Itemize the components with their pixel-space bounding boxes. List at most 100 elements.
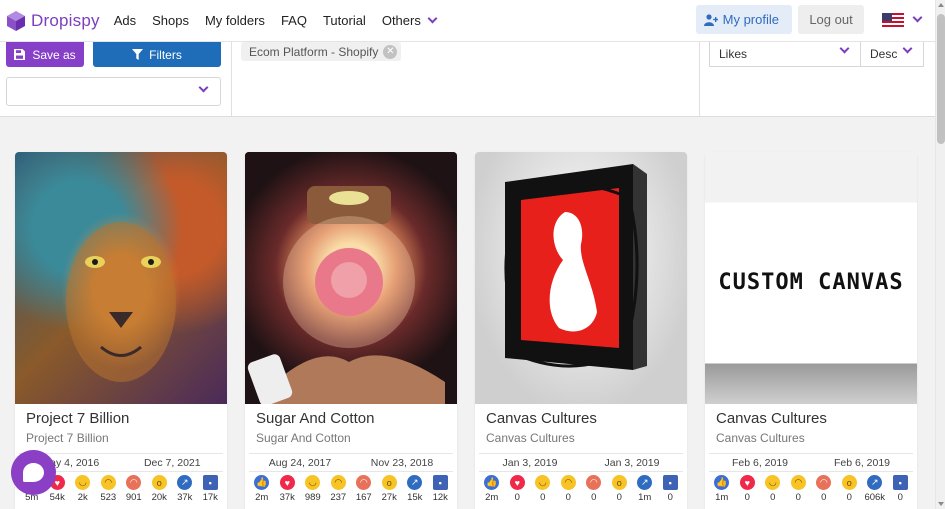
nav-link-faq[interactable]: FAQ	[281, 13, 307, 28]
ad-image-rose-glass-jar-light[interactable]	[245, 152, 457, 404]
chevron-down-icon[interactable]	[912, 12, 923, 23]
sad-count: 523	[100, 492, 117, 503]
my-profile-button[interactable]: My profile	[695, 5, 792, 34]
love-count: 0	[744, 492, 750, 503]
love-count: 37k	[279, 492, 295, 503]
love-icon: ♥	[279, 475, 295, 490]
scroll-thumb[interactable]	[937, 14, 945, 144]
start-date: Jan 3, 2019	[502, 456, 558, 469]
shop-name[interactable]: Canvas Cultures	[716, 431, 805, 445]
share-icon: ↗	[637, 475, 653, 490]
page-scrollbar[interactable]	[935, 0, 945, 509]
chevron-down-icon	[427, 13, 438, 24]
logo[interactable]: Dropispy	[6, 10, 100, 32]
haha-stat: ◡ 0	[532, 475, 554, 503]
scroll-up-arrow-icon[interactable]	[938, 3, 944, 7]
share-icon: ↗	[177, 475, 193, 490]
us-flag-icon[interactable]	[882, 12, 904, 27]
wow-icon: o	[841, 475, 857, 490]
comment-count: 0	[897, 492, 903, 503]
sort-order-select[interactable]: Desc	[860, 42, 924, 67]
sad-icon: ◠	[560, 475, 576, 490]
active-filter-tag: Ecom Platform - Shopify ✕	[241, 42, 402, 61]
angry-count: 0	[591, 492, 597, 503]
filters-label: Filters	[149, 47, 182, 62]
haha-icon: ◡	[535, 475, 551, 490]
wow-stat: o0	[608, 475, 630, 503]
wow-count: 0	[616, 492, 622, 503]
chevron-down-icon	[839, 43, 850, 54]
ad-image-custom-canvas-sign[interactable]: CUSTOM CANVAS	[705, 152, 917, 404]
ad-title[interactable]: Canvas Cultures	[486, 410, 597, 427]
sad-count: 237	[330, 492, 347, 503]
save-as-label: Save as	[32, 47, 76, 62]
comment-count: 0	[667, 492, 673, 503]
ad-title[interactable]: Sugar And Cotton	[256, 410, 374, 427]
haha-icon: ◡	[305, 475, 321, 490]
angry-icon: ◠	[356, 475, 372, 490]
sad-count: 0	[795, 492, 801, 503]
folder-select[interactable]	[6, 77, 221, 106]
filters-button[interactable]: Filters	[93, 42, 221, 67]
haha-count: 0	[770, 492, 776, 503]
sort-order-value: Desc	[870, 47, 898, 61]
shop-name[interactable]: Project 7 Billion	[26, 431, 109, 445]
end-date: Dec 7, 2021	[143, 456, 201, 469]
love-count: 0	[514, 492, 520, 503]
haha-count: 0	[540, 492, 546, 503]
shop-name[interactable]: Canvas Cultures	[486, 431, 575, 445]
shop-name[interactable]: Sugar And Cotton	[256, 431, 351, 445]
ad-image-lion-painting[interactable]	[15, 152, 227, 404]
reaction-stats: 👍 1m ♥ 0 ◡ 0 ◠ 0 ◠ 0 o0 ↗ 606k ▪ 0	[709, 475, 913, 503]
angry-count: 0	[821, 492, 827, 503]
save-as-button[interactable]: Save as	[6, 42, 84, 67]
comment-stat: ▪ 0	[659, 475, 681, 503]
nav-link-tutorial[interactable]: Tutorial	[323, 13, 366, 28]
cube-logo-icon	[7, 10, 25, 31]
haha-icon: ◡	[75, 475, 91, 490]
love-stat: ♥ 37k	[276, 475, 298, 503]
ad-title[interactable]: Canvas Cultures	[716, 410, 827, 427]
chat-button[interactable]	[11, 450, 56, 495]
scroll-down-arrow-icon[interactable]	[938, 502, 944, 506]
ad-card[interactable]: Canvas Cultures Canvas Cultures Jan 3, 2…	[475, 152, 687, 509]
wow-stat: o0	[838, 475, 860, 503]
brand-name: Dropispy	[31, 10, 100, 30]
angry-count: 901	[125, 492, 142, 503]
ad-card[interactable]: CUSTOM CANVAS Canvas Cultures Canvas Cul…	[705, 152, 917, 509]
remove-tag-icon[interactable]: ✕	[383, 44, 398, 59]
top-navbar: Dropispy Ads Shops My folders FAQ Tutori…	[0, 0, 935, 42]
start-date: Feb 6, 2019	[731, 456, 789, 469]
nav-link-ads[interactable]: Ads	[114, 13, 136, 28]
love-stat: ♥ 0	[736, 475, 758, 503]
share-stat: ↗ 15k	[404, 475, 426, 503]
nav-link-my-folders[interactable]: My folders	[205, 13, 265, 28]
sad-stat: ◠ 0	[787, 475, 809, 503]
glass-jar-rose-icon	[247, 186, 445, 404]
wow-icon: o	[611, 475, 627, 490]
share-count: 15k	[407, 492, 423, 503]
ad-title[interactable]: Project 7 Billion	[26, 410, 129, 427]
wow-icon: o	[381, 475, 397, 490]
sort-by-select[interactable]: Likes	[709, 42, 861, 67]
ad-image-red-canvas-figure[interactable]	[475, 152, 687, 404]
divider	[231, 42, 232, 117]
ad-card[interactable]: Sugar And Cotton Sugar And Cotton Aug 24…	[245, 152, 457, 509]
haha-stat: ◡ 0	[762, 475, 784, 503]
date-range: Aug 24, 2017 Nov 23, 2018	[249, 453, 453, 472]
share-count: 37k	[177, 492, 193, 503]
date-range: Feb 6, 2019 Feb 6, 2019	[709, 453, 913, 472]
like-count: 2m	[485, 492, 499, 503]
nav-others-dropdown[interactable]: Others	[382, 13, 438, 28]
chevron-down-icon	[902, 43, 913, 54]
like-stat: 👍 2m	[251, 475, 273, 503]
logout-button[interactable]: Log out	[798, 5, 864, 34]
haha-stat: ◡ 989	[302, 475, 324, 503]
filter-funnel-icon	[132, 49, 144, 60]
nav-link-shops[interactable]: Shops	[152, 13, 189, 28]
divider	[699, 42, 700, 117]
chevron-down-icon	[198, 82, 209, 93]
like-icon: 👍	[484, 475, 500, 490]
lion-face-icon	[66, 222, 176, 382]
wow-count: 20k	[151, 492, 167, 503]
